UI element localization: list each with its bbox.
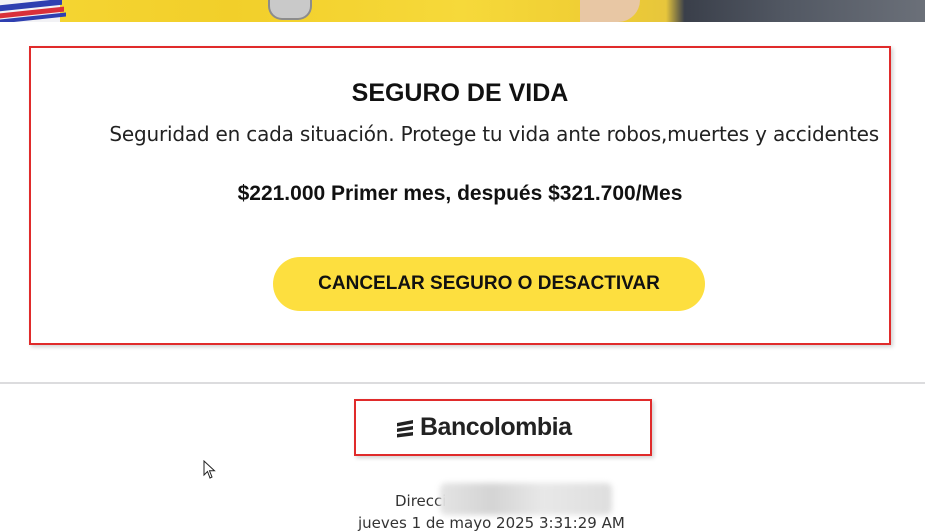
- redacted-address: [440, 483, 612, 515]
- hero-banner-image: [0, 0, 925, 22]
- brand-name: Bancolombia: [420, 413, 572, 441]
- divider: [0, 382, 925, 384]
- footer-timestamp: jueves 1 de mayo 2025 3:31:29 AM: [358, 514, 625, 532]
- card-title: SEGURO DE VIDA: [351, 79, 569, 107]
- mouse-cursor-icon: [203, 460, 216, 479]
- insurance-card: SEGURO DE VIDA Seguridad en cada situaci…: [29, 46, 891, 345]
- cancel-insurance-button[interactable]: CANCELAR SEGURO O DESACTIVAR: [273, 257, 705, 311]
- bancolombia-logo-icon: [397, 419, 413, 437]
- card-price: $221.000 Primer mes, después $321.700/Me…: [237, 182, 683, 205]
- card-subtitle: Seguridad en cada situación. Protege tu …: [109, 122, 879, 146]
- brand-logo[interactable]: Bancolombia: [354, 399, 652, 456]
- email-page: SEGURO DE VIDA Seguridad en cada situaci…: [0, 0, 925, 532]
